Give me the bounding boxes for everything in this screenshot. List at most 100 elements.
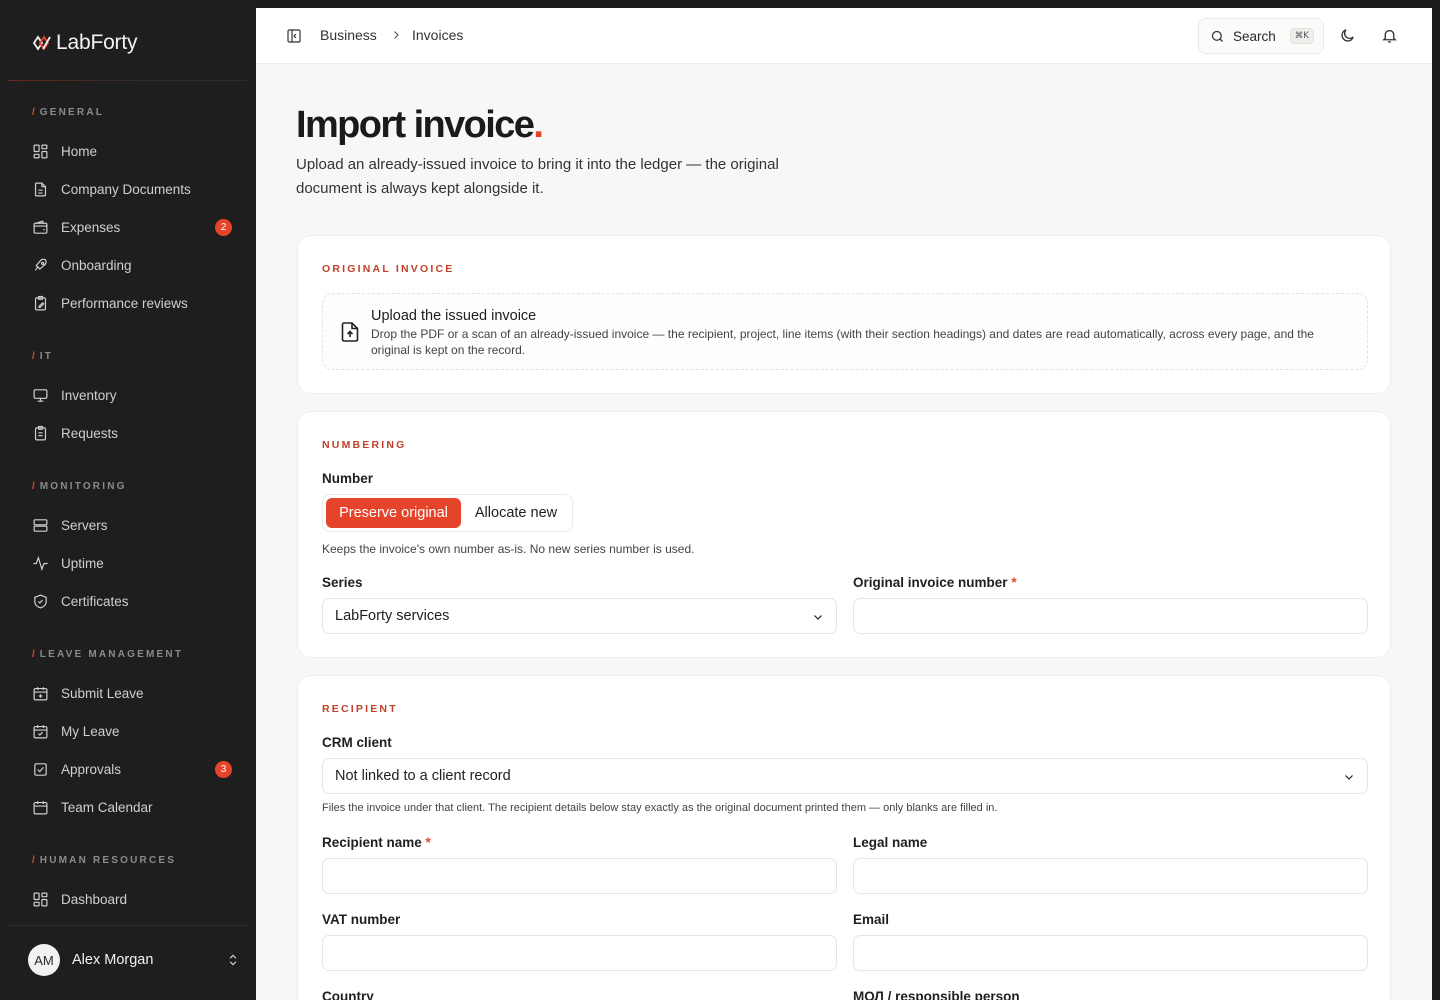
sidebar-item-home[interactable]: Home xyxy=(24,135,240,167)
sidebar-item-performance-reviews[interactable]: Performance reviews xyxy=(24,287,240,319)
calendar-check-icon xyxy=(33,724,48,738)
document-icon xyxy=(34,182,47,196)
brand-name: LabForty xyxy=(56,31,138,54)
chevron-up-down-icon xyxy=(229,954,237,966)
calendar-plus-icon xyxy=(33,686,48,700)
topbar: Business Invoices Search ⌘K xyxy=(256,8,1432,64)
user-name: Alex Morgan xyxy=(72,952,154,968)
sidebar-item-uptime[interactable]: Uptime xyxy=(24,547,240,579)
preserve-original-option[interactable]: Preserve original xyxy=(326,498,461,528)
search-shortcut: ⌘K xyxy=(1289,28,1314,44)
sidebar-item-expenses[interactable]: Expenses 2 xyxy=(24,211,240,243)
series-select[interactable]: LabForty services xyxy=(322,598,837,634)
brand-logo[interactable]: LabForty xyxy=(32,30,137,56)
user-divider xyxy=(8,925,248,926)
sidebar-item-label: Company Documents xyxy=(61,181,191,197)
recipient-card: RECIPIENT CRM client Not linked to a cli… xyxy=(297,675,1391,1000)
legal-name-input[interactable] xyxy=(853,858,1368,894)
search-button[interactable]: Search ⌘K xyxy=(1198,18,1324,54)
user-menu[interactable]: AM Alex Morgan xyxy=(28,944,240,976)
checkbox-icon xyxy=(34,762,47,776)
section-human-resources: / HUMAN RESOURCES xyxy=(32,855,177,866)
page-title: Import invoice. xyxy=(296,104,544,146)
search-label: Search xyxy=(1233,28,1276,44)
section-leave-management: / LEAVE MANAGEMENT xyxy=(32,649,184,660)
original-invoice-card: ORIGINAL INVOICE Upload the issued invoi… xyxy=(297,235,1391,394)
legal-name-label: Legal name xyxy=(853,835,928,850)
number-label: Number xyxy=(322,471,374,486)
email-label: Email xyxy=(853,912,890,927)
avatar: AM xyxy=(28,944,60,976)
number-mode-toggle: Preserve original Allocate new xyxy=(322,494,573,532)
invoice-upload-dropzone[interactable]: Upload the issued invoice Drop the PDF o… xyxy=(322,293,1368,370)
allocate-new-option[interactable]: Allocate new xyxy=(463,498,569,528)
sidebar-item-company-documents[interactable]: Company Documents xyxy=(24,173,240,205)
search-icon xyxy=(1211,30,1223,42)
sidebar-item-my-leave[interactable]: My Leave xyxy=(24,715,240,747)
responsible-person-label: МОЛ / responsible person xyxy=(853,989,1020,1000)
breadcrumb-invoices[interactable]: Invoices xyxy=(412,27,463,43)
sidebar-item-label: My Leave xyxy=(61,723,120,739)
sidebar-item-label: Performance reviews xyxy=(61,295,188,311)
sidebar-item-servers[interactable]: Servers xyxy=(24,509,240,541)
notification-badge: 2 xyxy=(215,219,232,236)
chevron-down-icon xyxy=(1345,775,1353,780)
section-it: / IT xyxy=(32,351,54,362)
series-value: LabForty services xyxy=(335,608,450,624)
sidebar-item-label: Certificates xyxy=(61,593,129,609)
card-title: RECIPIENT xyxy=(322,703,398,715)
bell-icon[interactable] xyxy=(1381,27,1398,44)
calendar-icon xyxy=(33,800,48,814)
sidebar-item-submit-leave[interactable]: Submit Leave xyxy=(24,677,240,709)
crm-client-hint: Files the invoice under that client. The… xyxy=(322,802,998,814)
pulse-icon xyxy=(33,555,48,571)
sidebar-item-inventory[interactable]: Inventory xyxy=(24,379,240,411)
sidebar-item-dashboard[interactable]: Dashboard xyxy=(24,883,240,915)
grid-icon xyxy=(33,892,48,906)
sidebar-item-requests[interactable]: Requests xyxy=(24,417,240,449)
chevron-down-icon xyxy=(814,615,822,620)
upload-description: Drop the PDF or a scan of an already-iss… xyxy=(371,327,1314,357)
sidebar-item-approvals[interactable]: Approvals 3 xyxy=(24,753,240,785)
sidebar-item-label: Inventory xyxy=(61,387,117,403)
numbering-card: NUMBERING Number Preserve original Alloc… xyxy=(297,411,1391,658)
breadcrumb-business[interactable]: Business xyxy=(320,27,377,43)
main-content: Business Invoices Search ⌘K Import invoi… xyxy=(256,8,1432,1000)
sidebar-item-label: Servers xyxy=(61,517,108,533)
sidebar-item-label: Expenses xyxy=(61,219,121,235)
rocket-icon xyxy=(34,258,47,271)
sidebar-item-label: Dashboard xyxy=(61,891,128,907)
file-upload-icon xyxy=(341,322,359,342)
clipboard-pen-icon xyxy=(34,295,47,310)
sidebar-item-label: Onboarding xyxy=(61,257,132,273)
sidebar-item-label: Home xyxy=(61,143,98,159)
card-title: NUMBERING xyxy=(322,439,407,451)
vat-number-input[interactable] xyxy=(322,935,837,971)
original-number-input[interactable] xyxy=(853,598,1368,634)
email-input[interactable] xyxy=(853,935,1368,971)
number-hint: Keeps the invoice's own number as-is. No… xyxy=(322,542,695,556)
sidebar-item-onboarding[interactable]: Onboarding xyxy=(24,249,240,281)
clipboard-list-icon xyxy=(34,425,47,440)
section-monitoring: / MONITORING xyxy=(32,481,127,492)
notification-badge: 3 xyxy=(215,761,232,778)
wallet-icon xyxy=(33,219,48,234)
vat-number-label: VAT number xyxy=(322,912,401,927)
sidebar-item-team-calendar[interactable]: Team Calendar xyxy=(24,791,240,823)
grid-icon xyxy=(33,144,48,158)
moon-icon[interactable] xyxy=(1339,27,1356,44)
labforty-logo-icon xyxy=(32,35,51,51)
sidebar-item-label: Team Calendar xyxy=(61,799,153,815)
sidebar-item-label: Submit Leave xyxy=(61,685,144,701)
sidebar-toggle-icon[interactable] xyxy=(286,28,302,44)
sidebar-item-certificates[interactable]: Certificates xyxy=(24,585,240,617)
recipient-name-input[interactable] xyxy=(322,858,837,894)
sidebar-item-label: Requests xyxy=(61,425,119,441)
page-subtitle: Upload an already-issued invoice to brin… xyxy=(296,156,779,197)
chevron-right-icon xyxy=(394,31,399,39)
server-icon xyxy=(33,518,48,532)
recipient-name-label: Recipient name * xyxy=(322,835,431,850)
crm-client-select[interactable]: Not linked to a client record xyxy=(322,758,1368,794)
sidebar: LabForty / GENERAL Home Company Documents… xyxy=(0,0,256,1000)
section-general: / GENERAL xyxy=(32,107,105,118)
